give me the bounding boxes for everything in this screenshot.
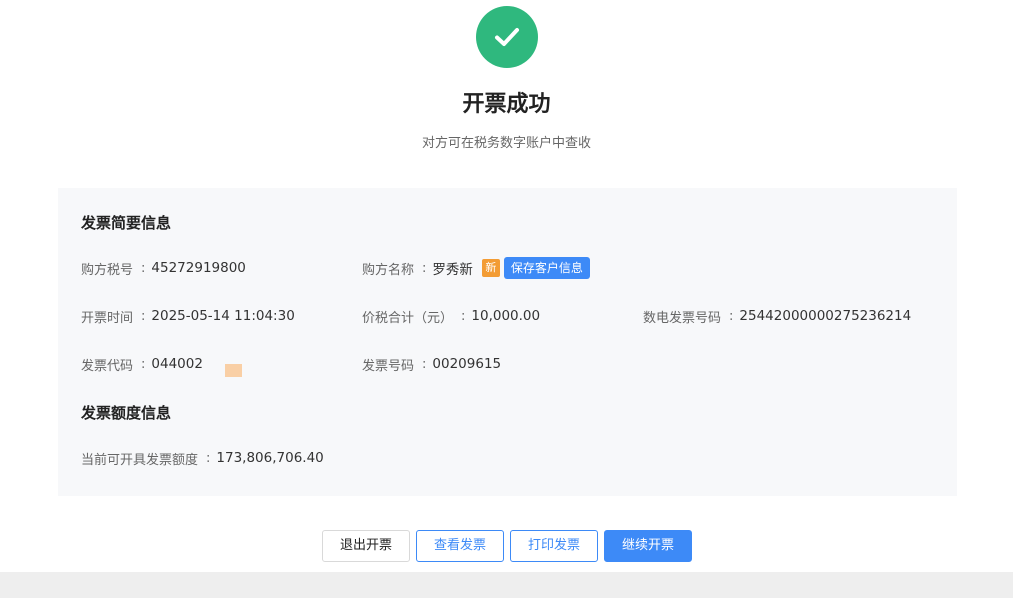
e-invoice-no-value: 25442000000275236214 [739, 308, 912, 324]
buyer-name-label: 购方名称 [362, 262, 415, 278]
footer-bar [0, 572, 1013, 598]
invoice-no-label: 发票号码 [362, 358, 415, 374]
buyer-name-value: 罗秀新 [432, 262, 473, 278]
available-quota-label: 当前可开具发票额度 [81, 452, 199, 468]
redaction-mark [225, 364, 242, 377]
colon-separator: : [206, 450, 211, 466]
buyer-tax-no-field: 购方税号 : 45272919800 [81, 257, 246, 279]
colon-separator: : [422, 356, 427, 372]
issue-time-label: 开票时间 [81, 310, 134, 326]
colon-separator: : [729, 308, 734, 324]
invoice-no-field: 发票号码 : 00209615 [362, 353, 501, 375]
buyer-tax-no-label: 购方税号 [81, 262, 134, 278]
total-amount-field: 价税合计（元） : 10,000.00 [362, 305, 540, 327]
issue-time-field: 开票时间 : 2025-05-14 11:04:30 [81, 305, 295, 327]
issue-time-value: 2025-05-14 11:04:30 [151, 308, 295, 324]
colon-separator: : [141, 308, 146, 324]
colon-separator: : [141, 356, 146, 372]
quota-section-title: 发票额度信息 [81, 404, 172, 422]
e-invoice-no-field: 数电发票号码 : 25442000000275236214 [643, 305, 911, 327]
available-quota-field: 当前可开具发票额度 : 173,806,706.40 [81, 447, 324, 469]
save-customer-info-button[interactable]: 保存客户信息 [503, 257, 590, 279]
summary-section-title: 发票简要信息 [81, 214, 172, 232]
check-circle-icon [476, 6, 538, 68]
invoice-info-panel: 发票简要信息 购方税号 : 45272919800 购方名称 : 罗秀新 新 保… [58, 188, 957, 496]
colon-separator: : [461, 308, 466, 324]
result-title: 开票成功 [462, 92, 551, 117]
continue-invoicing-button[interactable]: 继续开票 [604, 530, 692, 562]
total-amount-value: 10,000.00 [471, 308, 541, 324]
new-customer-badge: 新 [481, 259, 500, 277]
available-quota-value: 173,806,706.40 [216, 450, 324, 466]
colon-separator: : [422, 260, 427, 276]
invoice-code-field: 发票代码 : 044002 [81, 353, 203, 375]
invoice-no-value: 00209615 [432, 356, 502, 372]
result-subtitle: 对方可在税务数字账户中查收 [421, 136, 591, 151]
invoice-success-page: 开票成功 对方可在税务数字账户中查收 发票简要信息 购方税号 : 4527291… [0, 0, 1013, 598]
colon-separator: : [141, 260, 146, 276]
exit-invoicing-button[interactable]: 退出开票 [322, 530, 410, 562]
print-invoice-button[interactable]: 打印发票 [510, 530, 598, 562]
view-invoice-button[interactable]: 查看发票 [416, 530, 504, 562]
invoice-code-value: 044002 [151, 356, 203, 372]
buyer-tax-no-value: 45272919800 [151, 260, 246, 276]
total-amount-label: 价税合计（元） [362, 310, 454, 326]
e-invoice-no-label: 数电发票号码 [643, 310, 722, 326]
invoice-code-label: 发票代码 [81, 358, 134, 374]
buyer-name-field: 购方名称 : 罗秀新 新 保存客户信息 [362, 257, 590, 279]
